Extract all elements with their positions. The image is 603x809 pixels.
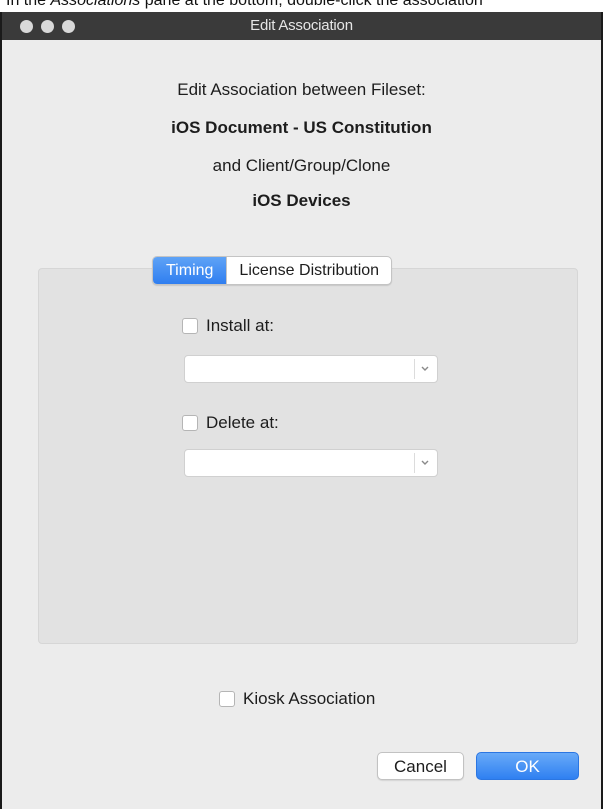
install-at-row[interactable]: Install at: xyxy=(182,316,274,336)
tab-license-distribution[interactable]: License Distribution xyxy=(226,257,391,284)
document-caption: In the Associations pane at the bottom, … xyxy=(6,0,603,12)
close-window-button[interactable] xyxy=(20,20,33,33)
caption-suffix: pane at the bottom, double-click the ass… xyxy=(140,0,483,9)
install-at-select[interactable] xyxy=(184,355,438,383)
delete-at-row[interactable]: Delete at: xyxy=(182,413,279,433)
target-name: iOS Devices xyxy=(252,191,351,210)
tab-bar: Timing License Distribution xyxy=(152,256,393,285)
window-title: Edit Association xyxy=(250,17,353,34)
tab-timing[interactable]: Timing xyxy=(153,257,227,284)
edit-association-dialog: Edit Association Edit Association betwee… xyxy=(0,12,603,809)
minimize-window-button[interactable] xyxy=(41,20,54,33)
install-at-label: Install at: xyxy=(206,316,275,335)
install-at-checkbox[interactable] xyxy=(182,318,198,334)
kiosk-association-checkbox[interactable] xyxy=(219,691,235,707)
header-line-1: Edit Association between Fileset: xyxy=(177,80,426,99)
delete-at-checkbox[interactable] xyxy=(182,415,198,431)
kiosk-association-row[interactable]: Kiosk Association xyxy=(219,689,375,709)
caption-prefix: In the xyxy=(6,0,51,9)
zoom-window-button[interactable] xyxy=(62,20,75,33)
delete-at-select[interactable] xyxy=(184,449,438,477)
ok-button[interactable]: OK xyxy=(476,752,579,780)
header-line-3: and Client/Group/Clone xyxy=(212,156,391,175)
chevron-down-icon xyxy=(421,366,429,371)
delete-at-label: Delete at: xyxy=(206,413,279,432)
kiosk-association-label: Kiosk Association xyxy=(243,689,376,708)
chevron-down-icon xyxy=(421,460,429,465)
fileset-name: iOS Document - US Constitution xyxy=(171,118,432,137)
caption-italic: Associations xyxy=(50,0,141,9)
cancel-button[interactable]: Cancel xyxy=(377,752,464,780)
title-bar: Edit Association xyxy=(2,12,601,40)
